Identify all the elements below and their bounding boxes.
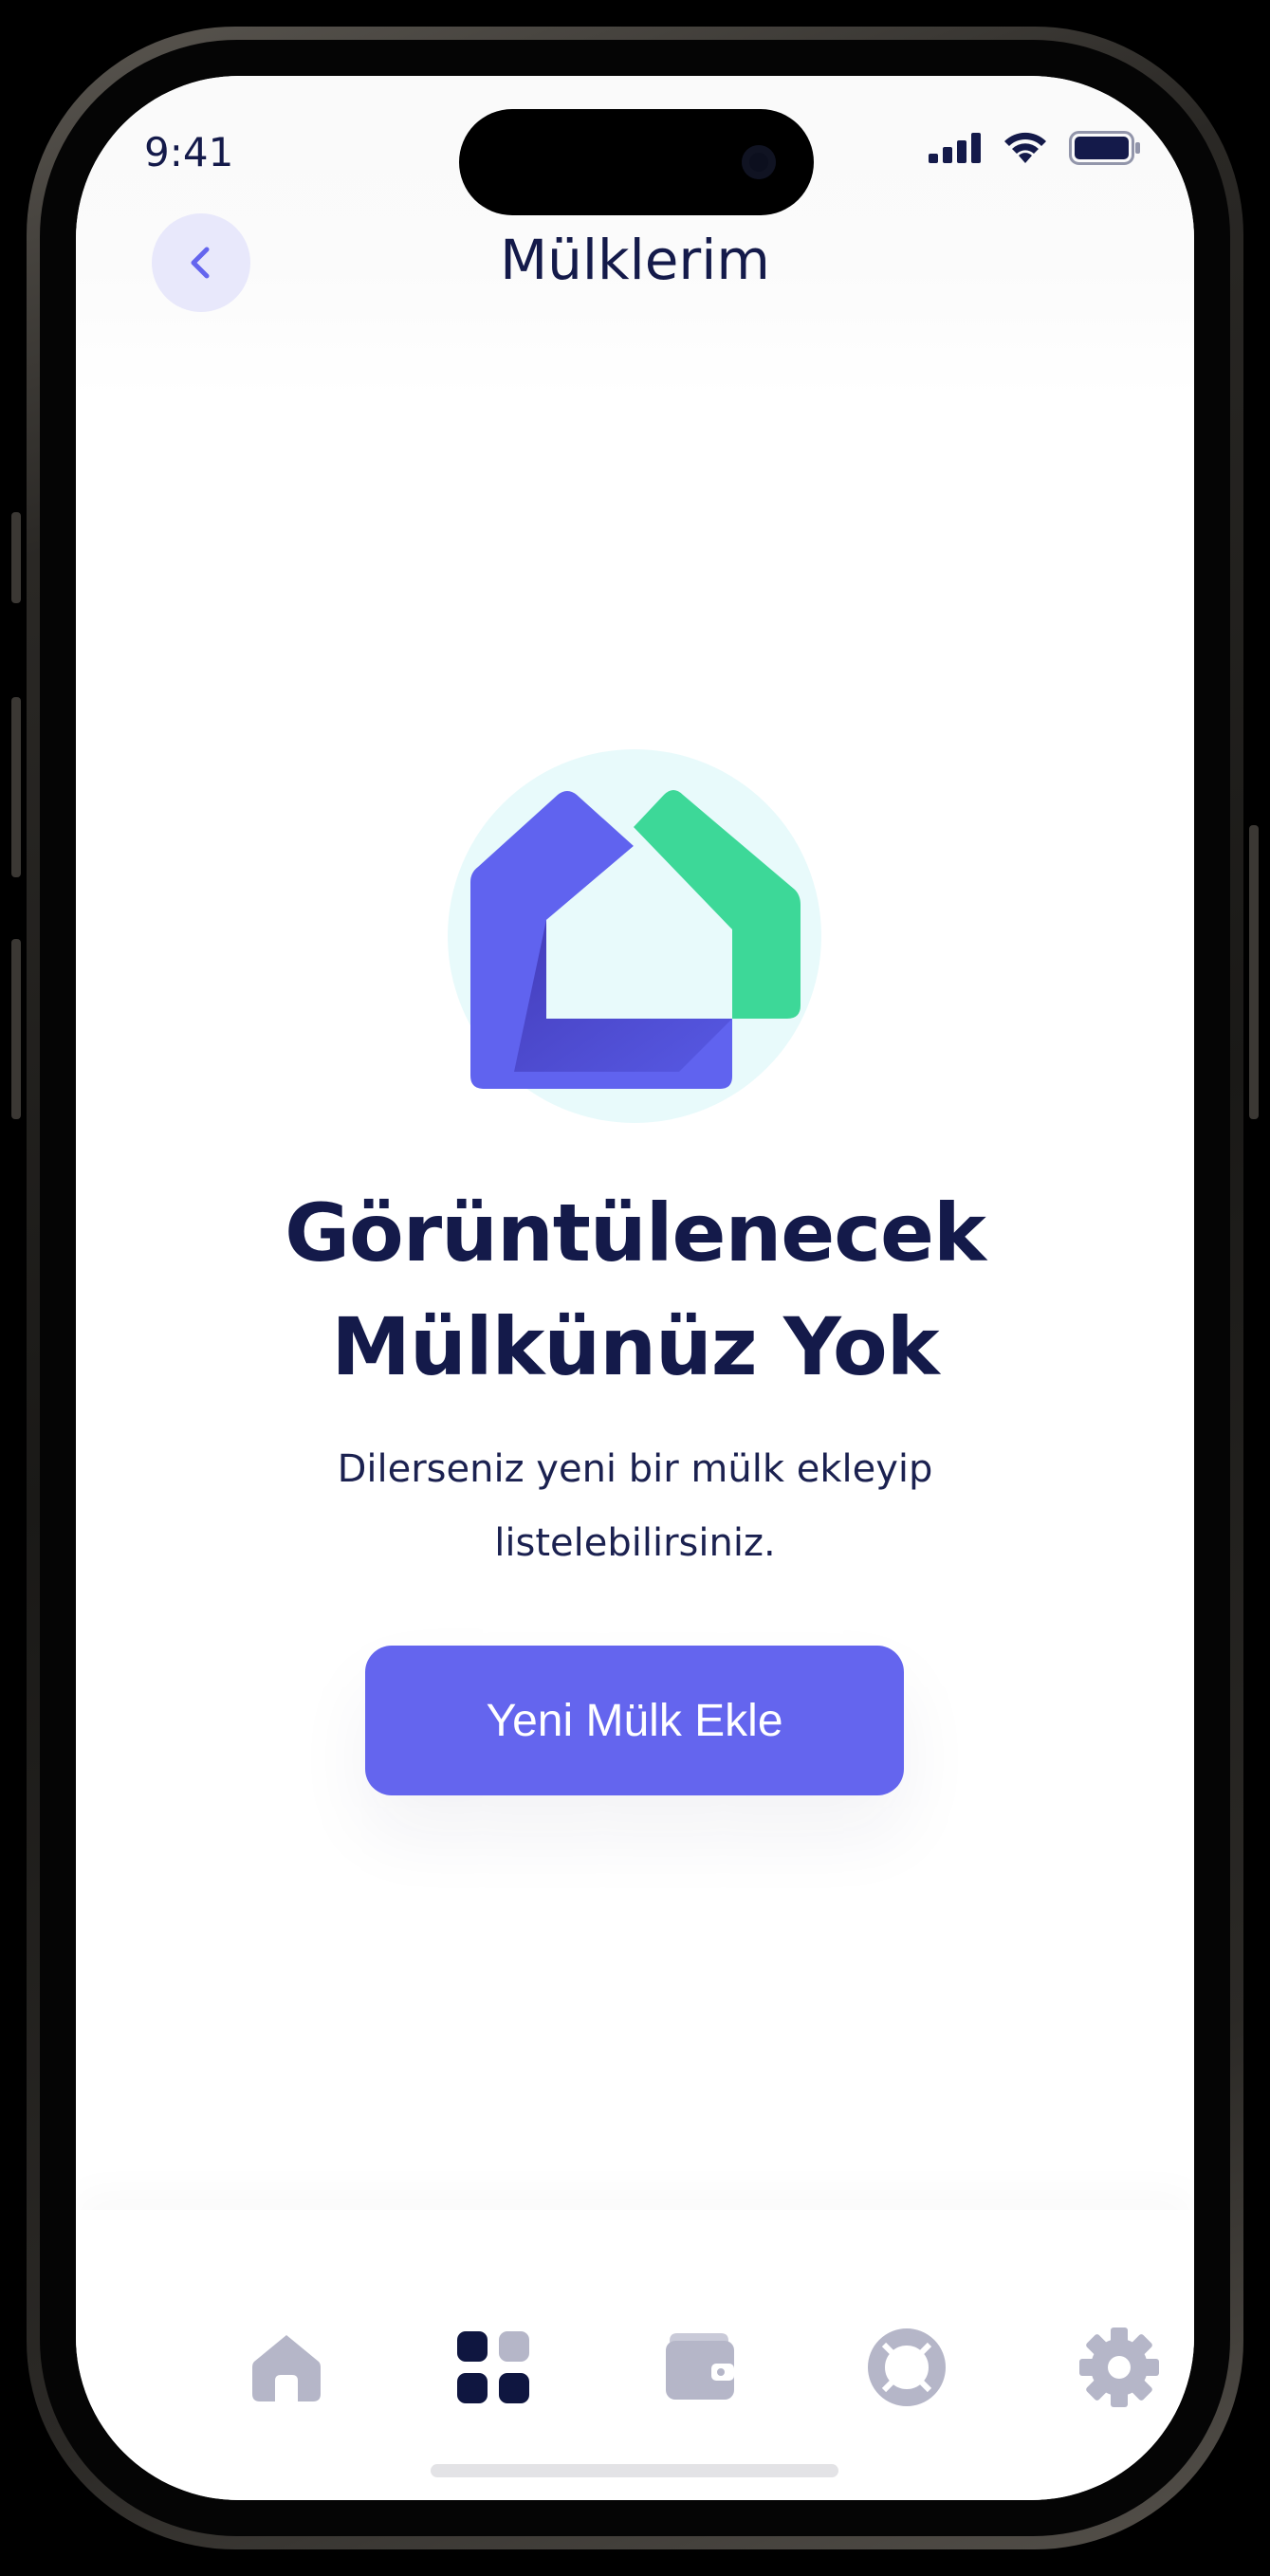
empty-state-description: Dilerseniz yeni bir mülk ekleyip listele… <box>266 1432 1004 1580</box>
gear-icon <box>1079 2328 1159 2407</box>
dynamic-island <box>459 109 814 215</box>
house-logo-icon <box>448 749 821 1123</box>
grid-icon <box>457 2331 529 2403</box>
phone-volume-down <box>11 939 21 1119</box>
phone-silent-switch <box>11 512 21 603</box>
home-indicator[interactable] <box>431 2464 838 2477</box>
home-icon <box>252 2335 321 2401</box>
phone-frame: Mülklerim 9:41 Görüntülenecek Mülkünüz Y… <box>27 27 1243 2549</box>
empty-state-illustration <box>448 749 821 1123</box>
status-time: 9:41 <box>144 129 234 175</box>
status-bar: 9:41 <box>76 76 1194 266</box>
status-icons <box>929 131 1141 165</box>
tab-support[interactable] <box>859 2320 954 2415</box>
tab-properties[interactable] <box>446 2320 541 2415</box>
battery-icon <box>1069 131 1140 165</box>
empty-state-title-line2: Mülkünüz Yok <box>331 1300 939 1393</box>
tab-settings[interactable] <box>1072 2320 1167 2415</box>
empty-state-title-line1: Görüntülenecek <box>285 1187 986 1279</box>
app-screen: Mülklerim 9:41 Görüntülenecek Mülkünüz Y… <box>76 76 1194 2500</box>
bottom-tab-bar <box>76 2210 1194 2500</box>
phone-volume-up <box>11 697 21 877</box>
empty-state-description-line2: listelebilirsiniz. <box>494 1521 776 1565</box>
empty-state-title: Görüntülenecek Mülkünüz Yok <box>171 1176 1099 1404</box>
tab-wallet[interactable] <box>653 2320 747 2415</box>
camera-icon <box>742 145 776 179</box>
tab-home[interactable] <box>239 2320 334 2415</box>
empty-state-description-line1: Dilerseniz yeni bir mülk ekleyip <box>337 1447 933 1491</box>
phone-bezel: Mülklerim 9:41 Görüntülenecek Mülkünüz Y… <box>40 40 1230 2536</box>
phone-power-button <box>1249 825 1259 1119</box>
cellular-signal-icon <box>929 133 981 163</box>
add-property-button[interactable]: Yeni Mülk Ekle <box>365 1646 904 1795</box>
lifebuoy-icon <box>868 2328 946 2406</box>
wifi-icon <box>1004 132 1046 163</box>
wallet-icon <box>666 2333 734 2400</box>
